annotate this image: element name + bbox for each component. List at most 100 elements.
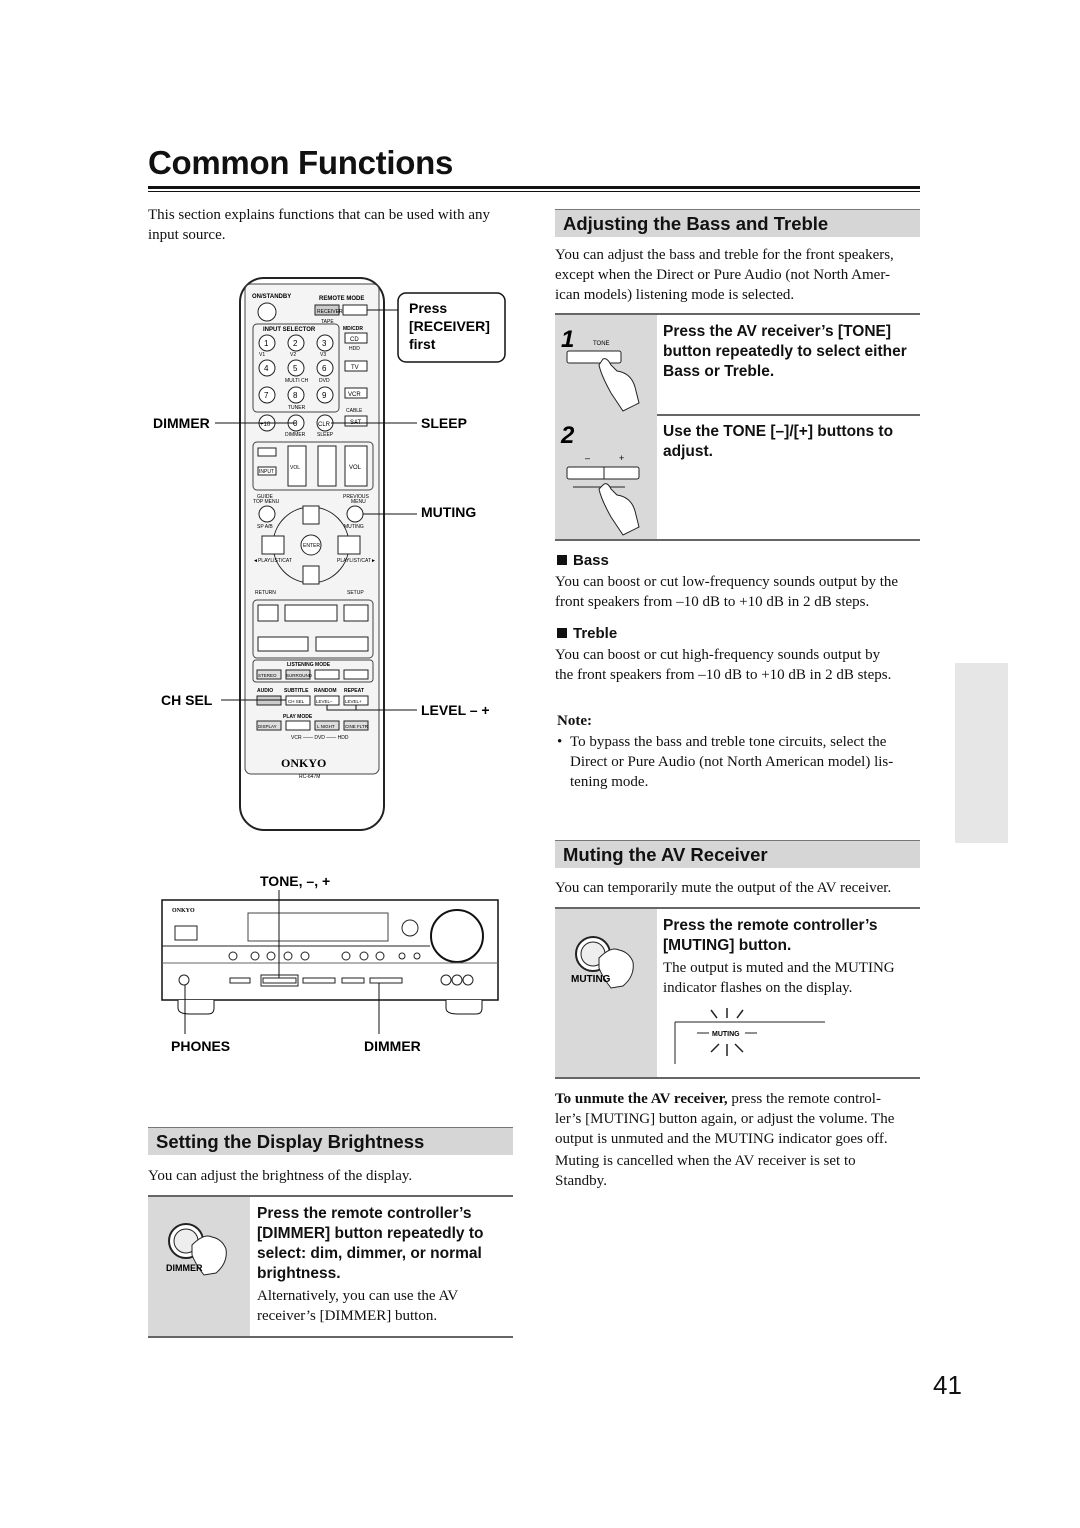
treble-line: You can boost or cut high-frequency soun… — [555, 647, 881, 663]
pause-button[interactable] — [257, 604, 279, 622]
unmute-text: To unmute the AV receiver, press the rem… — [555, 1089, 930, 1191]
label-multi-ch: MULTI CH — [285, 378, 309, 384]
tone-buttons[interactable] — [262, 977, 297, 984]
label-input: INPUT — [259, 469, 274, 475]
phones-jack — [178, 974, 190, 986]
digit-label: CLR — [318, 422, 331, 428]
treble-heading-text: Treble — [573, 625, 618, 642]
intro-line: You can adjust the bass and treble for t… — [555, 247, 894, 263]
tv-power-button[interactable] — [257, 447, 277, 457]
label-return: RETURN — [255, 590, 276, 596]
sp-ab-button[interactable] — [258, 505, 276, 523]
label-repeat: REPEAT — [344, 688, 364, 694]
label-dvd: DVD — [319, 378, 330, 384]
dimmer-press-icon: DIMMER — [166, 1223, 227, 1276]
play-mode-button[interactable] — [285, 720, 311, 731]
label-vol: VOL — [349, 465, 362, 471]
step-instruction: Press the remote controller’s [DIMMER] b… — [257, 1204, 483, 1326]
step-number: 1 — [561, 326, 574, 353]
muting-indicator-display: MUTING — [674, 1008, 825, 1064]
muting-button[interactable] — [346, 505, 364, 523]
callout-phones: PHONES — [171, 1038, 230, 1054]
label-v3: V3 — [320, 352, 326, 358]
callout-dimmer: DIMMER — [153, 415, 210, 431]
treble-heading: Treble — [557, 625, 617, 642]
muting-icon-label: MUTING — [571, 974, 611, 985]
digit-label: 4 — [264, 364, 269, 373]
bass-line: You can boost or cut low-frequency sound… — [555, 574, 899, 590]
step-box-tone: 1 TONE 2 – + Press the AV receiver’s [TO… — [555, 313, 920, 541]
label-audio: AUDIO — [257, 688, 273, 694]
rew-ff-buttons[interactable] — [257, 636, 309, 652]
muting-intro: You can temporarily mute the output of t… — [555, 880, 892, 896]
master-volume-knob[interactable] — [430, 909, 484, 963]
mode-prev-button[interactable] — [314, 669, 340, 680]
up-button[interactable] — [302, 505, 320, 525]
play-button[interactable] — [284, 604, 338, 622]
right-button[interactable] — [337, 535, 361, 555]
down-button[interactable] — [302, 565, 320, 585]
label-playlist-left: ◄PLAYLIST/CAT — [253, 558, 292, 564]
step-line: button repeatedly to select either — [663, 343, 907, 360]
step-note: indicator flashes on the display. — [663, 980, 853, 996]
unmute-line: ler’s [MUTING] button again, or adjust t… — [555, 1111, 895, 1127]
muting-press-icon: MUTING — [571, 936, 634, 989]
stop-button[interactable] — [343, 604, 369, 622]
plus-label: + — [619, 453, 624, 463]
note-line: Direct or Pure Audio (not North American… — [570, 754, 894, 770]
left-button[interactable] — [261, 535, 285, 555]
step-divider — [657, 414, 920, 416]
note-line: tening mode. — [570, 774, 649, 790]
unmute-bold: To unmute the AV receiver, — [555, 1091, 728, 1107]
digit-label: 1 — [264, 339, 269, 348]
step-box-dimmer: DIMMER Press the remote controller’s [DI… — [148, 1195, 513, 1338]
label-playlist-right: PLAYLIST/CAT► — [337, 558, 376, 564]
label-on-standby: ON/STANDBY — [252, 294, 291, 300]
intro-line: except when the Direct or Pure Audio (no… — [555, 267, 891, 283]
label-listening-mode: LISTENING MODE — [287, 662, 331, 668]
label-display: DISPLAY — [258, 724, 277, 729]
label-play-mode: PLAY MODE — [283, 714, 313, 720]
side-tab — [955, 663, 1008, 843]
label-tv: TV — [351, 365, 359, 371]
callout-sleep: SLEEP — [421, 415, 467, 431]
label-dimmer: DIMMER — [285, 432, 306, 438]
label-cine-fltr: CINE FLTR — [345, 724, 369, 729]
step-note: The output is muted and the MUTING — [663, 960, 895, 976]
standby-button[interactable] — [174, 925, 198, 941]
digit-label: 9 — [322, 391, 327, 400]
dvd-mode-button[interactable] — [342, 304, 368, 316]
ch-button[interactable] — [317, 445, 337, 487]
bass-heading-text: Bass — [573, 552, 609, 569]
note-text: To bypass the bass and treble tone circu… — [570, 732, 893, 792]
muting-indicator-text: MUTING — [712, 1031, 740, 1038]
step-note: Alternatively, you can use the AV — [257, 1288, 459, 1304]
mode-next-button[interactable] — [343, 669, 369, 680]
intro-line: input source. — [148, 227, 226, 243]
square-bullet-icon — [557, 628, 567, 638]
step-2-instruction: Use the TONE [–]/[+] buttons to adjust. — [663, 422, 893, 462]
skip-buttons[interactable] — [315, 636, 369, 652]
note-line: To bypass the bass and treble tone circu… — [570, 734, 887, 750]
label-sp-ab: SP A/B — [257, 524, 273, 530]
step-line: [MUTING] button. — [663, 937, 792, 954]
step-line: select: dim, dimmer, or normal — [257, 1245, 482, 1262]
unmute-line: Standby. — [555, 1173, 607, 1189]
power-button[interactable] — [257, 302, 277, 322]
square-bullet-icon — [557, 555, 567, 565]
section-heading-muting: Muting the AV Receiver — [555, 840, 920, 868]
label-ch-sel: CH SEL — [288, 699, 305, 704]
label-vcr: VCR — [348, 392, 361, 398]
label-input-selector: INPUT SELECTOR — [263, 327, 316, 333]
label-v2: V2 — [290, 352, 296, 358]
step-number: 2 — [560, 422, 575, 449]
label-cd: CD — [350, 337, 359, 343]
dimmer-receiver-button[interactable] — [369, 977, 403, 984]
intro-text: This section explains functions that can… — [148, 205, 518, 245]
digit-label: 2 — [293, 339, 298, 348]
tone-press-icon: 1 TONE 2 – + — [560, 326, 640, 536]
callout-level: LEVEL – + — [421, 702, 490, 718]
callout-text: [RECEIVER] — [409, 318, 490, 334]
callout-ch-sel: CH SEL — [161, 692, 213, 708]
label-tuner: TUNER — [288, 405, 306, 411]
